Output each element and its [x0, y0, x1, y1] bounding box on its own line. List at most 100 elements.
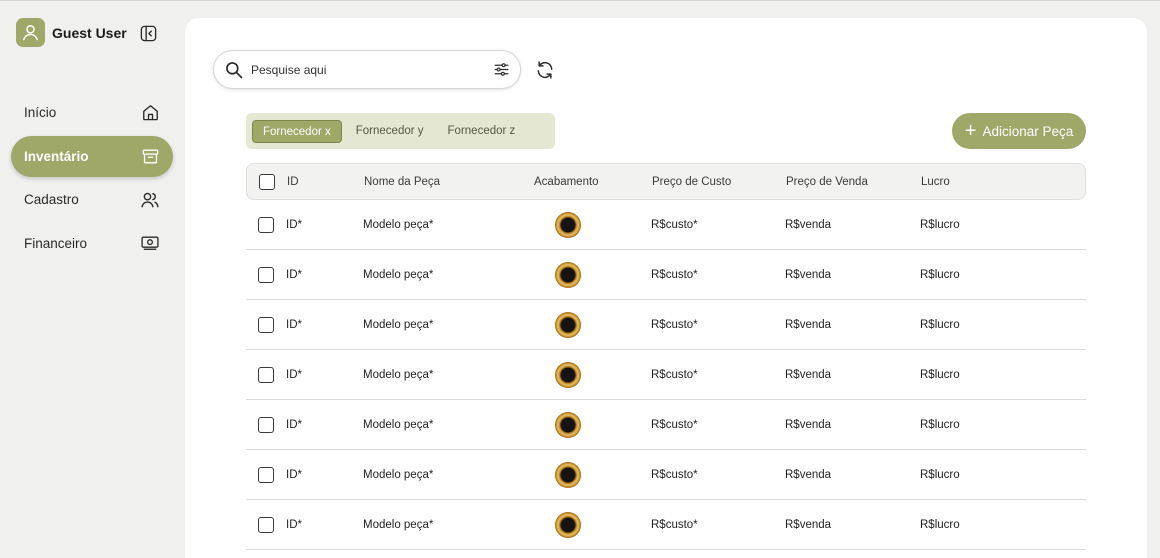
select-all-checkbox[interactable] — [259, 173, 275, 190]
sidebar: Guest User Início Inventário Cadastro Fi… — [0, 0, 185, 541]
table-row[interactable]: ID* Modelo peça* R$custo* R$venda R$lucro — [246, 200, 1086, 250]
sidebar-item-label: Inventário — [24, 148, 89, 164]
user-icon — [23, 25, 38, 41]
search-input[interactable] — [251, 62, 481, 77]
cell-name: Modelo peça* — [363, 368, 434, 381]
cell-cost: R$custo* — [651, 418, 698, 431]
finish-swatch-icon — [555, 211, 581, 238]
header-profit[interactable]: Lucro — [921, 176, 950, 188]
cell-sale: R$venda — [785, 368, 832, 381]
header-cost[interactable]: Preço de Custo — [652, 176, 731, 188]
cell-name: Modelo peça* — [363, 268, 434, 281]
table-row[interactable]: ID* Modelo peça* R$custo* R$venda R$lucro — [246, 300, 1086, 350]
cell-name: Modelo peça* — [363, 418, 434, 431]
main-panel: Fornecedor x Fornecedor y Fornecedor z +… — [185, 18, 1147, 558]
sliders-icon — [494, 63, 509, 76]
collapse-sidebar-button[interactable] — [138, 23, 158, 43]
table-row[interactable]: ID* Modelo peça* R$custo* R$venda R$lucro — [246, 350, 1086, 400]
table-row[interactable]: ID* Modelo peça* R$custo* R$venda R$lucro — [246, 400, 1086, 450]
cell-id: ID* — [286, 218, 302, 231]
avatar — [16, 18, 45, 47]
sidebar-item-label: Financeiro — [24, 235, 88, 251]
cell-profit: R$lucro — [920, 318, 960, 331]
cell-id: ID* — [286, 318, 302, 331]
refresh-icon — [537, 61, 553, 79]
row-checkbox[interactable] — [258, 416, 274, 433]
cell-id: ID* — [286, 368, 302, 381]
cell-id: ID* — [286, 518, 302, 531]
cell-name: Modelo peça* — [363, 218, 434, 231]
row-checkbox[interactable] — [258, 216, 274, 233]
header-name[interactable]: Nome da Peça — [364, 176, 440, 188]
cell-cost: R$custo* — [651, 518, 698, 531]
users-icon — [140, 190, 160, 210]
row-checkbox[interactable] — [258, 466, 274, 483]
table-row[interactable]: ID* Modelo peça* R$custo* R$venda R$lucro — [246, 250, 1086, 300]
cell-name: Modelo peça* — [363, 468, 434, 481]
cell-cost: R$custo* — [651, 318, 698, 331]
add-part-button[interactable]: + Adicionar Peça — [952, 113, 1086, 149]
table-body: ID* Modelo peça* R$custo* R$venda R$lucro ID*… — [246, 200, 1086, 550]
cell-sale: R$venda — [785, 418, 832, 431]
sidebar-item-inventario[interactable]: Inventário — [11, 135, 173, 177]
sidebar-item-inicio[interactable]: Início — [11, 92, 173, 133]
row-checkbox[interactable] — [258, 266, 274, 283]
finish-swatch-icon — [555, 461, 581, 488]
cell-cost: R$custo* — [651, 368, 698, 381]
cell-id: ID* — [286, 418, 302, 431]
table-row[interactable]: ID* Modelo peça* R$custo* R$venda R$lucro — [246, 450, 1086, 500]
cell-profit: R$lucro — [920, 518, 960, 531]
plus-icon: + — [964, 120, 977, 142]
cell-id: ID* — [286, 268, 302, 281]
cell-sale: R$venda — [785, 268, 832, 281]
archive-icon — [140, 146, 160, 166]
cell-profit: R$lucro — [920, 418, 960, 431]
cell-profit: R$lucro — [920, 268, 960, 281]
sidebar-item-label: Cadastro — [24, 192, 79, 207]
cell-name: Modelo peça* — [363, 518, 434, 531]
cell-sale: R$venda — [785, 518, 832, 531]
cell-cost: R$custo* — [651, 268, 698, 281]
user-profile[interactable]: Guest User — [16, 18, 127, 47]
cell-sale: R$venda — [785, 218, 832, 231]
filter-settings-button[interactable] — [493, 61, 510, 78]
header-finish[interactable]: Acabamento — [534, 176, 599, 188]
tab-fornecedor-x[interactable]: Fornecedor x — [252, 119, 342, 143]
cell-cost: R$custo* — [651, 468, 698, 481]
header-id[interactable]: ID — [287, 176, 299, 188]
tab-fornecedor-z[interactable]: Fornecedor z — [438, 120, 526, 143]
finish-swatch-icon — [555, 411, 581, 438]
table-row[interactable]: ID* Modelo peça* R$custo* R$venda R$lucro — [246, 500, 1086, 550]
money-icon — [140, 233, 160, 253]
cell-cost: R$custo* — [651, 218, 698, 231]
row-checkbox[interactable] — [258, 516, 274, 533]
header-sale[interactable]: Preço de Venda — [786, 176, 868, 188]
refresh-button[interactable] — [535, 60, 555, 80]
cell-sale: R$venda — [785, 318, 832, 331]
cell-id: ID* — [286, 468, 302, 481]
cell-profit: R$lucro — [920, 468, 960, 481]
sidebar-nav: Início Inventário Cadastro Financeiro — [11, 92, 173, 266]
sidebar-item-financeiro[interactable]: Financeiro — [11, 223, 173, 264]
sidebar-item-label: Início — [24, 105, 57, 120]
cell-profit: R$lucro — [920, 368, 960, 381]
finish-swatch-icon — [555, 311, 581, 338]
cell-sale: R$venda — [785, 468, 832, 481]
table-header: ID Nome da Peça Acabamento Preço de Cust… — [246, 163, 1086, 200]
add-part-label: Adicionar Peça — [982, 123, 1074, 139]
row-checkbox[interactable] — [258, 366, 274, 383]
sidebar-item-cadastro[interactable]: Cadastro — [11, 179, 173, 220]
search-icon — [226, 61, 243, 78]
supplier-tabs: Fornecedor x Fornecedor y Fornecedor z — [246, 113, 555, 149]
cell-name: Modelo peça* — [363, 318, 434, 331]
user-name: Guest User — [52, 24, 127, 41]
finish-swatch-icon — [555, 361, 581, 388]
tab-fornecedor-y[interactable]: Fornecedor y — [346, 120, 434, 143]
finish-swatch-icon — [555, 511, 581, 538]
row-checkbox[interactable] — [258, 316, 274, 333]
search-bar[interactable] — [213, 50, 521, 89]
cell-profit: R$lucro — [920, 218, 960, 231]
sidebar-collapse-icon — [140, 25, 156, 41]
home-icon — [140, 103, 160, 123]
parts-table: ID Nome da Peça Acabamento Preço de Cust… — [246, 163, 1086, 550]
